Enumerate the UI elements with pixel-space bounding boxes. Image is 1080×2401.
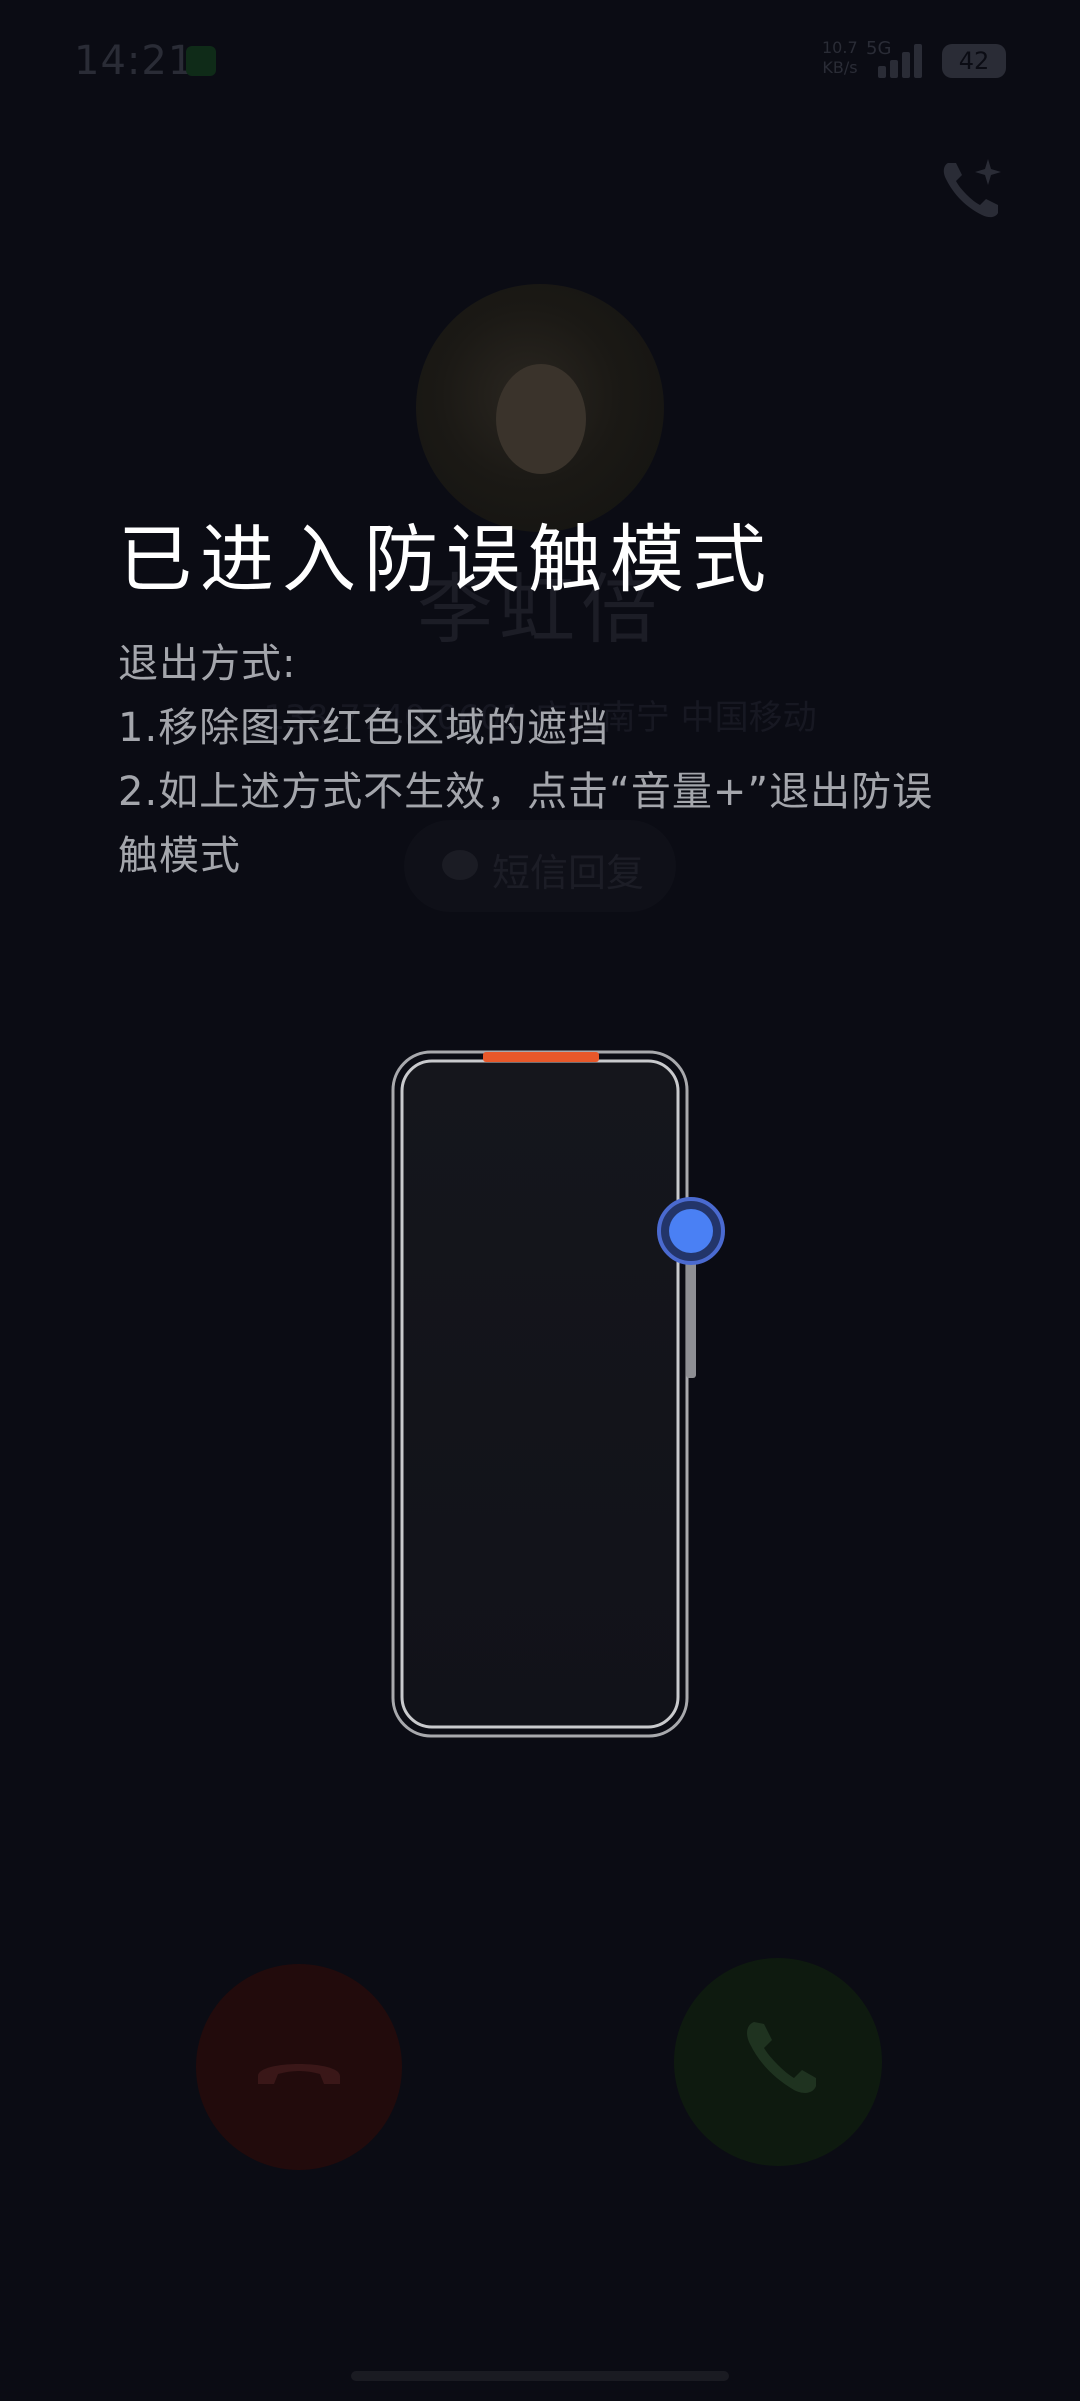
instruction-step-2-cont: 触模式 <box>118 833 241 879</box>
sensor-area-highlight <box>483 1052 599 1062</box>
volume-up-indicator-icon[interactable] <box>657 1197 725 1265</box>
overlay-instructions: 退出方式: 1.移除图示红色区域的遮挡 2.如上述方式不生效，点击“音量+”退出… <box>118 632 968 888</box>
instruction-heading: 退出方式: <box>118 641 297 687</box>
instruction-step-1: 1.移除图示红色区域的遮挡 <box>118 705 610 751</box>
pocket-mode-overlay: 已进入防误触模式 退出方式: 1.移除图示红色区域的遮挡 2.如上述方式不生效，… <box>0 0 1080 2401</box>
instruction-step-2: 2.如上述方式不生效，点击“音量+”退出防误 <box>118 769 934 815</box>
phone-diagram <box>391 1050 725 1738</box>
overlay-title: 已进入防误触模式 <box>118 517 774 603</box>
